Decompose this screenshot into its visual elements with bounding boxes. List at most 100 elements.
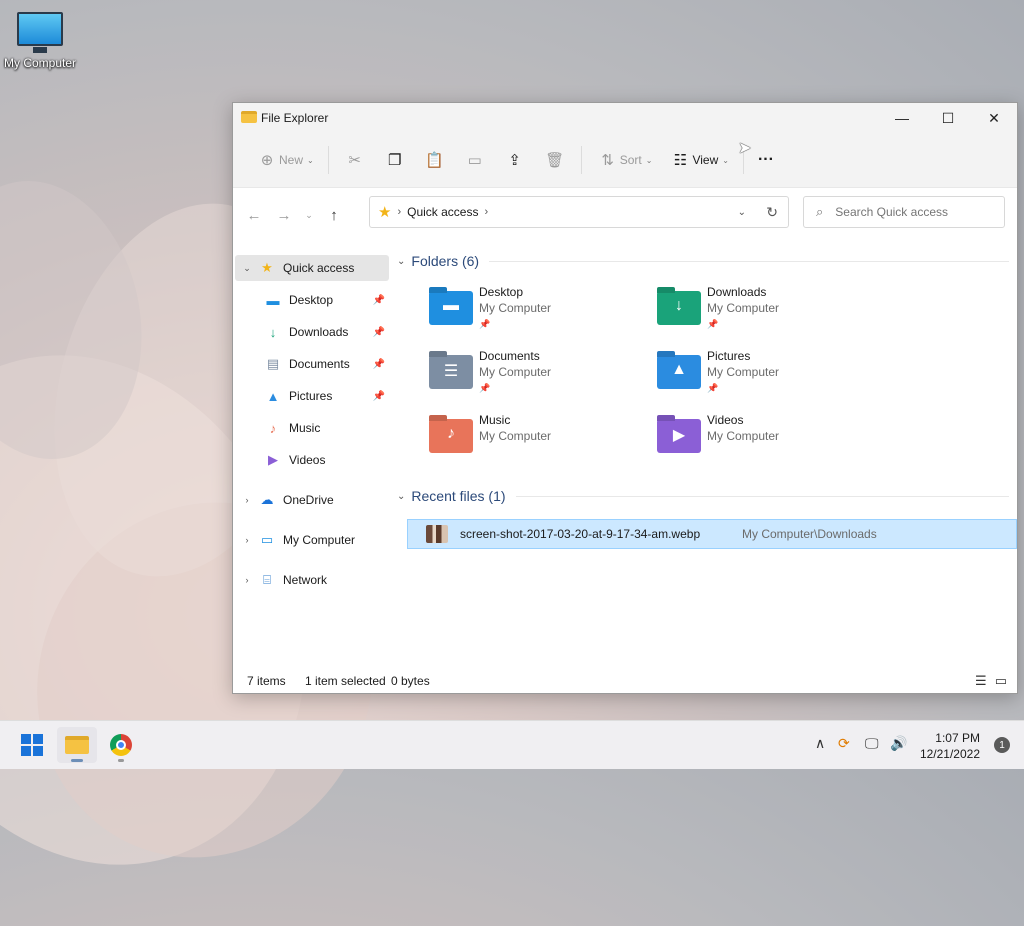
recent-files-group-header[interactable]: ⌄ Recent files (1) xyxy=(397,488,1009,504)
sidebar-item-label: Documents xyxy=(289,357,350,371)
pin-icon: 📌 xyxy=(372,294,385,306)
chevron-up-icon[interactable]: ∧ xyxy=(815,735,825,752)
sidebar-item-label: Downloads xyxy=(289,325,349,339)
sidebar-item-music[interactable]: ♪ Music xyxy=(263,415,389,441)
chevron-down-icon: ⌄ xyxy=(397,255,406,267)
view-button[interactable]: ☷ View ⌄ xyxy=(660,144,737,176)
picture-icon: ▲ xyxy=(266,388,280,404)
clock[interactable]: 1:07 PM 12/21/2022 xyxy=(920,730,980,762)
rename-icon: ▭ xyxy=(467,152,482,169)
status-bar: 7 items 1 item selected 0 bytes ☰ ▭ xyxy=(233,669,1017,693)
tiles-view-icon[interactable]: ▭ xyxy=(995,673,1007,689)
start-button[interactable] xyxy=(12,727,52,763)
search-input[interactable] xyxy=(833,204,988,220)
update-icon[interactable]: ⟳ xyxy=(838,735,850,752)
refresh-icon[interactable]: ↻ xyxy=(766,204,778,221)
sort-icon: ⇅ xyxy=(601,152,614,169)
list-item-recent-file[interactable]: screen-shot-2017-03-20-at-9-17-34-am.web… xyxy=(407,519,1017,549)
close-button[interactable]: ✕ xyxy=(971,103,1017,133)
pin-icon: 📌 xyxy=(707,383,719,393)
sort-button[interactable]: ⇅ Sort ⌄ xyxy=(588,144,661,176)
folder-location: My Computer xyxy=(479,429,552,443)
sidebar-item-onedrive[interactable]: › ☁ OneDrive xyxy=(235,487,389,513)
windows-logo-icon xyxy=(21,734,43,756)
new-button[interactable]: ⊕ New ⌄ xyxy=(247,144,322,176)
chevron-right-icon[interactable]: › xyxy=(237,495,257,505)
navigation-pane: ⌄ ★ Quick access ▬ Desktop 📌 ↓ Downloads… xyxy=(233,251,391,671)
sidebar-item-label: Network xyxy=(283,573,328,587)
paste-button[interactable]: 📋 xyxy=(415,144,455,176)
sidebar-item-documents[interactable]: ▤ Documents 📌 xyxy=(263,351,389,377)
pin-icon: 📌 xyxy=(707,319,719,329)
sidebar-item-downloads[interactable]: ↓ Downloads 📌 xyxy=(263,319,389,345)
recent-file-name: screen-shot-2017-03-20-at-9-17-34-am.web… xyxy=(460,527,701,541)
sidebar-item-my-computer[interactable]: › ▭ My Computer xyxy=(235,527,389,553)
back-arrow-icon[interactable]: ← xyxy=(239,207,269,224)
sidebar-item-desktop[interactable]: ▬ Desktop 📌 xyxy=(263,287,389,313)
notification-badge[interactable]: 1 xyxy=(994,737,1010,753)
more-options-button[interactable]: ··· xyxy=(750,144,782,176)
folder-icon xyxy=(65,736,89,754)
pictures-folder-icon: ▲ xyxy=(657,355,701,389)
share-button[interactable]: ⇪ xyxy=(495,144,535,176)
folders-group-header[interactable]: ⌄ Folders (6) xyxy=(397,253,1009,269)
folder-name: Documents xyxy=(479,349,540,363)
clock-time: 1:07 PM xyxy=(935,731,980,745)
sidebar-item-quick-access[interactable]: ⌄ ★ Quick access xyxy=(235,255,389,281)
sidebar-item-videos[interactable]: ▶ Videos xyxy=(263,447,389,473)
sidebar-item-label: Pictures xyxy=(289,389,333,403)
taskbar-chrome[interactable] xyxy=(101,727,141,763)
content-pane: ⌄ Folders (6) ▬ Desktop My Computer 📌 ↓ Downl… xyxy=(391,251,1017,671)
folder-tile-documents[interactable]: ☰ Documents My Computer 📌 xyxy=(429,349,649,407)
chevron-down-icon[interactable]: ⌄ xyxy=(738,207,746,218)
toolbar-divider xyxy=(580,146,582,174)
sidebar-item-network[interactable]: › ⌸ Network xyxy=(235,567,389,593)
chevron-right-icon[interactable]: › xyxy=(237,575,257,585)
sidebar-item-label: Music xyxy=(289,421,321,435)
folder-location: My Computer xyxy=(707,365,780,379)
chevron-right-icon[interactable]: › xyxy=(484,206,488,218)
desktop-icon-label: My Computer xyxy=(3,56,77,70)
folder-name: Music xyxy=(479,413,511,427)
folder-tile-downloads[interactable]: ↓ Downloads My Computer 📌 xyxy=(657,285,877,343)
volume-icon[interactable]: 🔊 xyxy=(890,735,907,752)
up-arrow-icon[interactable]: ↑ xyxy=(319,207,349,224)
forward-arrow-icon[interactable]: → xyxy=(269,207,299,224)
network-icon[interactable]: 🖵 xyxy=(865,735,879,752)
chevron-down-icon[interactable]: ⌄ xyxy=(237,263,257,274)
cut-button[interactable]: ✂ xyxy=(335,144,375,176)
folder-tile-videos[interactable]: ▶ Videos My Computer xyxy=(657,413,877,471)
star-icon: ★ xyxy=(378,204,392,221)
chevron-right-icon: › xyxy=(397,206,402,218)
video-icon: ▶ xyxy=(268,452,278,467)
folder-name: Downloads xyxy=(707,285,767,299)
delete-button[interactable]: 🗑 xyxy=(535,144,575,176)
recent-file-path: My Computer\Downloads xyxy=(742,527,877,541)
sidebar-item-label: Desktop xyxy=(289,293,334,307)
copy-button[interactable]: ❐ xyxy=(375,144,415,176)
command-bar: ⊕ New ⌄ ✂ ❐ 📋 ▭ ⇪ 🗑 ⇅ Sort ⌄ ☷ View ⌄ ··… xyxy=(233,133,1017,188)
title-bar[interactable]: File Explorer — ☐ ✕ xyxy=(233,103,1017,133)
details-view-icon[interactable]: ☰ xyxy=(975,673,987,689)
desktop-folder-icon: ▬ xyxy=(429,291,473,325)
folder-tile-desktop[interactable]: ▬ Desktop My Computer 📌 xyxy=(429,285,649,343)
minimize-button[interactable]: — xyxy=(879,103,925,133)
folder-tile-pictures[interactable]: ▲ Pictures My Computer 📌 xyxy=(657,349,877,407)
chevron-down-icon: ⌄ xyxy=(722,155,729,165)
address-path[interactable]: Quick access xyxy=(407,205,478,219)
pin-icon: 📌 xyxy=(479,319,491,329)
search-box[interactable]: ⌕ xyxy=(803,196,1005,228)
taskbar-file-explorer[interactable] xyxy=(57,727,97,763)
folder-location: My Computer xyxy=(479,301,552,315)
sidebar-item-pictures[interactable]: ▲ Pictures 📌 xyxy=(263,383,389,409)
address-bar[interactable]: ★ › Quick access › ⌄ ↻ xyxy=(369,196,789,228)
monitor-icon: ▭ xyxy=(260,532,274,547)
rename-button[interactable]: ▭ xyxy=(455,144,495,176)
desktop-icon-my-computer[interactable]: My Computer xyxy=(0,8,80,70)
folder-tile-music[interactable]: ♪ Music My Computer xyxy=(429,413,649,471)
sidebar-item-label: OneDrive xyxy=(283,493,334,507)
view-icon: ☷ xyxy=(673,152,688,169)
chevron-right-icon[interactable]: › xyxy=(237,535,257,545)
maximize-button[interactable]: ☐ xyxy=(925,103,971,133)
recent-locations-icon[interactable]: ⌄ xyxy=(299,210,319,221)
